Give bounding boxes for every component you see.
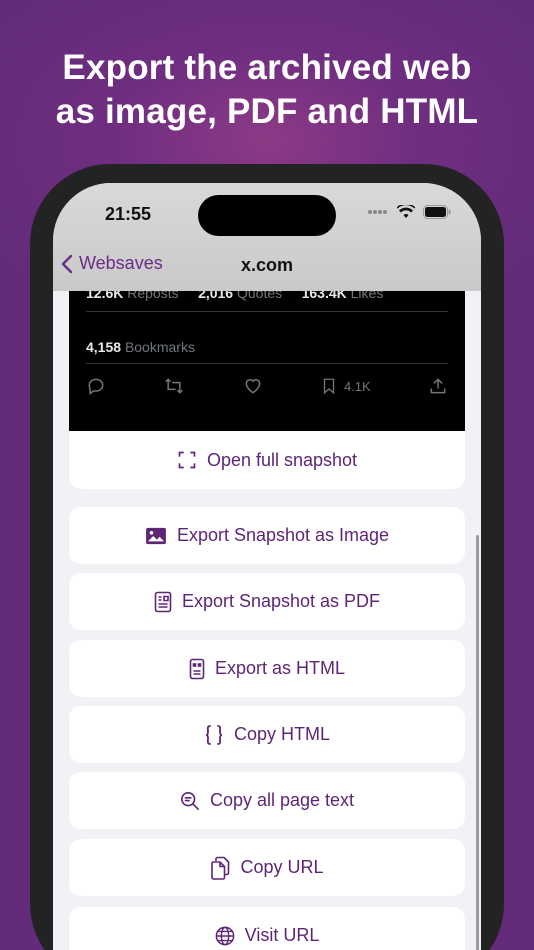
status-icons: [367, 205, 451, 219]
scrollbar[interactable]: [476, 535, 479, 950]
curly-braces-icon: [205, 724, 223, 745]
signal-icon: [368, 210, 387, 214]
phone-screen: 12.6K Reposts 2,016 Quotes 163.4K Likes …: [53, 183, 481, 950]
bookmarks-label: Bookmarks: [124, 339, 195, 355]
copy-html-label: Copy HTML: [233, 724, 331, 744]
share-icon[interactable]: [428, 376, 448, 396]
html-file-icon: [189, 658, 205, 679]
bookmarks-count: 4,158: [86, 339, 122, 355]
copy-html-button[interactable]: Copy HTML: [69, 706, 465, 763]
fullscreen-icon: [178, 451, 196, 469]
copy-url-button[interactable]: Copy URL: [69, 839, 465, 896]
globe-icon: [215, 926, 235, 945]
text-search-icon: [180, 791, 199, 810]
navigation-bar: 21:55 Websaves x.com: [53, 183, 481, 291]
export-image-button[interactable]: Export Snapshot as Image: [69, 507, 465, 564]
copy-url-label: Copy URL: [240, 857, 324, 877]
copy-doc-icon: [211, 856, 230, 880]
bookmark-action[interactable]: 4.1K: [320, 376, 371, 396]
divider: [86, 363, 448, 364]
open-full-snapshot-button[interactable]: Open full snapshot: [69, 431, 465, 489]
battery-icon: [423, 205, 451, 219]
export-pdf-label: Export Snapshot as PDF: [181, 591, 381, 611]
bookmarks-stat: 4,158 Bookmarks: [86, 339, 195, 355]
export-pdf-button[interactable]: Export Snapshot as PDF: [69, 573, 465, 630]
dynamic-island: [198, 195, 336, 236]
export-image-label: Export Snapshot as Image: [176, 525, 390, 545]
export-html-button[interactable]: Export as HTML: [69, 640, 465, 697]
repost-icon[interactable]: [163, 376, 185, 396]
page-title: x.com: [240, 255, 294, 275]
pdf-icon: [154, 591, 172, 612]
copy-text-label: Copy all page text: [209, 790, 355, 810]
bookmark-icon: [323, 378, 335, 395]
like-icon[interactable]: [243, 376, 263, 396]
copy-text-button[interactable]: Copy all page text: [69, 772, 465, 829]
headline-line-2: as image, PDF and HTML: [55, 92, 479, 131]
visit-url-label: Visit URL: [244, 925, 320, 945]
tweet-actions: 4.1K: [86, 376, 448, 396]
reply-icon[interactable]: [86, 376, 106, 396]
visit-url-button[interactable]: Visit URL: [69, 907, 465, 950]
wifi-icon: [397, 205, 415, 218]
bookmark-action-count: 4.1K: [343, 378, 371, 394]
headline: Export the archived web as image, PDF an…: [0, 46, 534, 134]
export-html-label: Export as HTML: [214, 658, 346, 678]
tweet-snapshot-card: 12.6K Reposts 2,016 Quotes 163.4K Likes …: [69, 273, 465, 489]
headline-line-1: Export the archived web: [62, 48, 472, 87]
divider: [86, 311, 448, 312]
status-time: 21:55: [105, 204, 152, 224]
open-full-snapshot-label: Open full snapshot: [206, 449, 358, 470]
tweet-preview: 12.6K Reposts 2,016 Quotes 163.4K Likes …: [69, 273, 465, 431]
image-icon: [146, 527, 166, 544]
